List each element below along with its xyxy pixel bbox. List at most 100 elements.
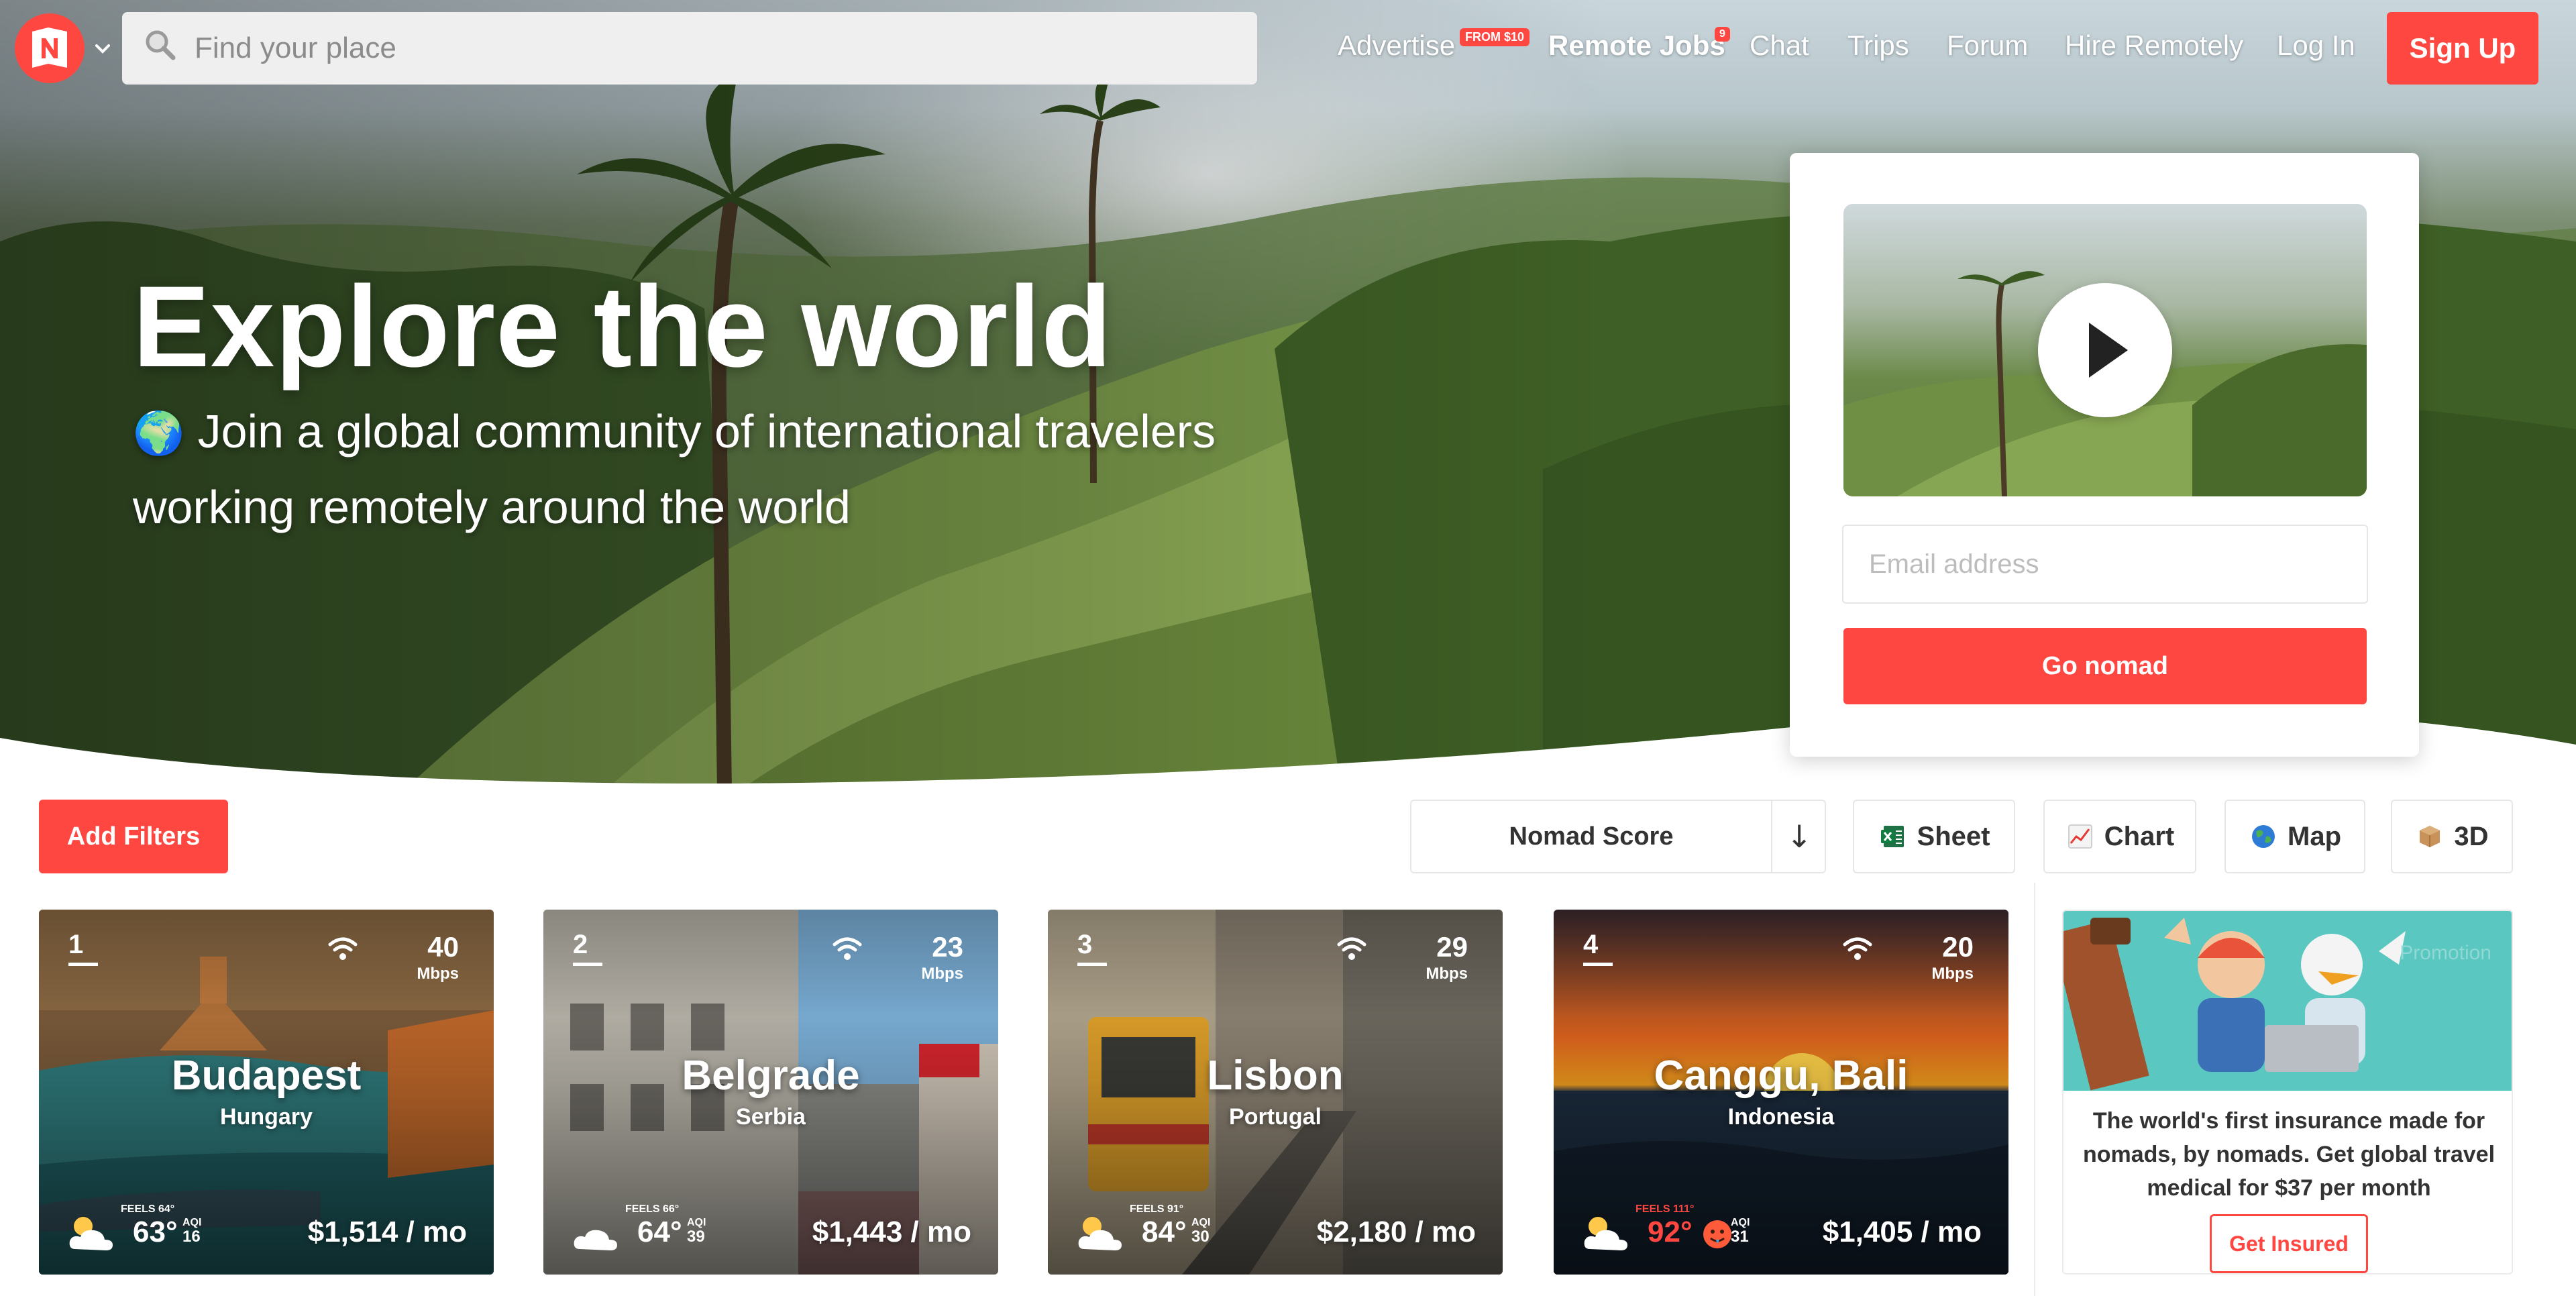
aqi-value: 30 xyxy=(1191,1228,1210,1246)
email-input[interactable] xyxy=(1842,525,2368,604)
play-icon xyxy=(2089,323,2128,378)
city-name: Belgrade xyxy=(682,1052,860,1099)
play-button[interactable] xyxy=(2038,283,2172,417)
nav-chat-link[interactable]: Chat xyxy=(1750,30,1809,62)
view-map-button[interactable]: Map xyxy=(2224,800,2365,873)
temperature: 64° xyxy=(637,1216,682,1248)
internet-speed: 40 Mbps xyxy=(327,931,459,987)
monthly-cost: $1,514 / mo xyxy=(307,1216,467,1248)
aqi-value: 39 xyxy=(687,1228,705,1246)
top-navigation: Advertise FROM $10 Remote Jobs 9 Chat Tr… xyxy=(0,0,2576,94)
advertise-price-badge: FROM $10 xyxy=(1460,28,1530,46)
city-rank: 4 xyxy=(1583,930,1613,966)
city-rank: 3 xyxy=(1077,930,1107,966)
partly-cloudy-icon xyxy=(69,1217,113,1250)
nav-trips-link[interactable]: Trips xyxy=(1847,30,1909,62)
sort-direction-toggle[interactable]: ↓ xyxy=(1772,801,1826,872)
city-card-belgrade[interactable]: 2 23 Mbps Belgrade Serbia FEELS 66° 64° … xyxy=(543,910,998,1275)
view-sheet-button[interactable]: Sheet xyxy=(1853,800,2015,873)
monthly-cost: $1,443 / mo xyxy=(812,1216,971,1248)
promo-illustration: Promotion xyxy=(2063,911,2512,1091)
city-card-budapest[interactable]: 1 40 Mbps Budapest Hungary FEELS 64° 63°… xyxy=(39,910,494,1275)
aqi-value: 16 xyxy=(182,1228,201,1246)
view-3d-label: 3D xyxy=(2454,821,2489,851)
search-input[interactable] xyxy=(195,12,1241,85)
city-country: Hungary xyxy=(220,1104,313,1130)
nav-advertise-link[interactable]: Advertise xyxy=(1338,30,1455,62)
insurance-promo-card[interactable]: Promotion The world's first insurance ma… xyxy=(2062,910,2513,1275)
go-nomad-button[interactable]: Go nomad xyxy=(1843,628,2367,704)
internet-speed-value: 40 xyxy=(427,931,459,963)
view-3d-button[interactable]: 3D xyxy=(2391,800,2513,873)
globe-icon: 🌍 xyxy=(133,409,185,457)
hero-subtitle-text: Join a global community of international… xyxy=(133,405,1216,533)
internet-speed-value: 29 xyxy=(1436,931,1468,963)
city-name: Budapest xyxy=(171,1052,362,1099)
promo-divider xyxy=(2034,883,2035,1296)
remote-jobs-count-badge: 9 xyxy=(1715,27,1730,42)
feels-like: FEELS 91° xyxy=(1130,1203,1184,1215)
hot-face-icon xyxy=(1703,1220,1731,1248)
internet-speed: 29 Mbps xyxy=(1336,931,1468,987)
city-country: Indonesia xyxy=(1727,1104,1835,1130)
aqi-value: 31 xyxy=(1731,1228,1749,1246)
get-insured-button[interactable]: Get Insured xyxy=(2210,1214,2368,1273)
internet-speed-unit: Mbps xyxy=(417,965,459,983)
wifi-icon xyxy=(833,937,862,960)
nav-forum-link[interactable]: Forum xyxy=(1947,30,2028,62)
wifi-icon xyxy=(1843,937,1872,960)
monthly-cost: $1,405 / mo xyxy=(1822,1216,1982,1248)
globe-map-icon xyxy=(2249,822,2278,851)
city-country: Portugal xyxy=(1229,1104,1322,1130)
monthly-cost: $2,180 / mo xyxy=(1316,1216,1476,1248)
internet-speed-value: 20 xyxy=(1942,931,1974,963)
partly-cloudy-icon xyxy=(1078,1217,1122,1250)
sort-dropdown-label: Nomad Score xyxy=(1509,822,1674,851)
nomad-characters-illustration xyxy=(2063,918,2406,1091)
nomadlist-logo[interactable] xyxy=(15,13,85,83)
city-card-canggu-bali[interactable]: 4 20 Mbps Canggu, Bali Indonesia FEELS 1… xyxy=(1554,910,2008,1275)
promo-text: The world's first insurance made for nom… xyxy=(2082,1108,2496,1201)
line-chart-icon xyxy=(2065,822,2095,851)
feels-like: FEELS 64° xyxy=(121,1203,175,1215)
wifi-icon xyxy=(1337,937,1366,960)
feels-like: FEELS 111° xyxy=(1635,1203,1695,1215)
city-name: Canggu, Bali xyxy=(1654,1052,1909,1099)
cloudy-icon xyxy=(574,1230,617,1250)
view-chart-label: Chart xyxy=(2104,821,2175,851)
view-sheet-label: Sheet xyxy=(1917,821,1990,851)
nav-remote-jobs-link[interactable]: Remote Jobs xyxy=(1548,30,1725,62)
internet-speed: 20 Mbps xyxy=(1842,931,1974,987)
spreadsheet-icon xyxy=(1878,822,1908,851)
search-bar xyxy=(122,12,1257,85)
logo-mark-icon xyxy=(32,28,67,68)
sort-dropdown[interactable]: Nomad Score ↓ xyxy=(1410,800,1826,873)
city-country: Serbia xyxy=(736,1104,806,1130)
intro-video-thumbnail[interactable] xyxy=(1843,204,2367,496)
signup-button[interactable]: Sign Up xyxy=(2387,12,2538,85)
view-chart-button[interactable]: Chart xyxy=(2043,800,2196,873)
city-card-lisbon[interactable]: 3 29 Mbps Lisbon Portugal FEELS 91° 84° … xyxy=(1048,910,1503,1275)
wifi-icon xyxy=(328,937,358,960)
view-map-label: Map xyxy=(2288,821,2341,851)
temperature: 63° xyxy=(133,1216,178,1248)
city-rank: 1 xyxy=(68,930,98,966)
internet-speed-unit: Mbps xyxy=(1426,965,1468,983)
partly-cloudy-icon xyxy=(1584,1217,1627,1250)
city-rank: 2 xyxy=(573,930,602,966)
internet-speed-value: 23 xyxy=(932,931,963,963)
nav-login-link[interactable]: Log In xyxy=(2277,30,2355,62)
add-filters-button[interactable]: Add Filters xyxy=(39,800,228,873)
hero-subtitle: 🌍 Join a global community of internation… xyxy=(133,394,1327,544)
temperature: 84° xyxy=(1142,1216,1187,1248)
nav-hire-remotely-link[interactable]: Hire Remotely xyxy=(2065,30,2243,62)
internet-speed: 23 Mbps xyxy=(832,931,963,987)
chevron-down-icon[interactable] xyxy=(93,39,113,59)
internet-speed-unit: Mbps xyxy=(921,965,963,983)
promotion-tag: Promotion xyxy=(2400,942,2491,964)
search-icon xyxy=(146,30,176,60)
temperature: 92° xyxy=(1648,1216,1693,1248)
city-name: Lisbon xyxy=(1207,1052,1344,1099)
feels-like: FEELS 66° xyxy=(625,1203,680,1215)
internet-speed-unit: Mbps xyxy=(1931,965,1974,983)
